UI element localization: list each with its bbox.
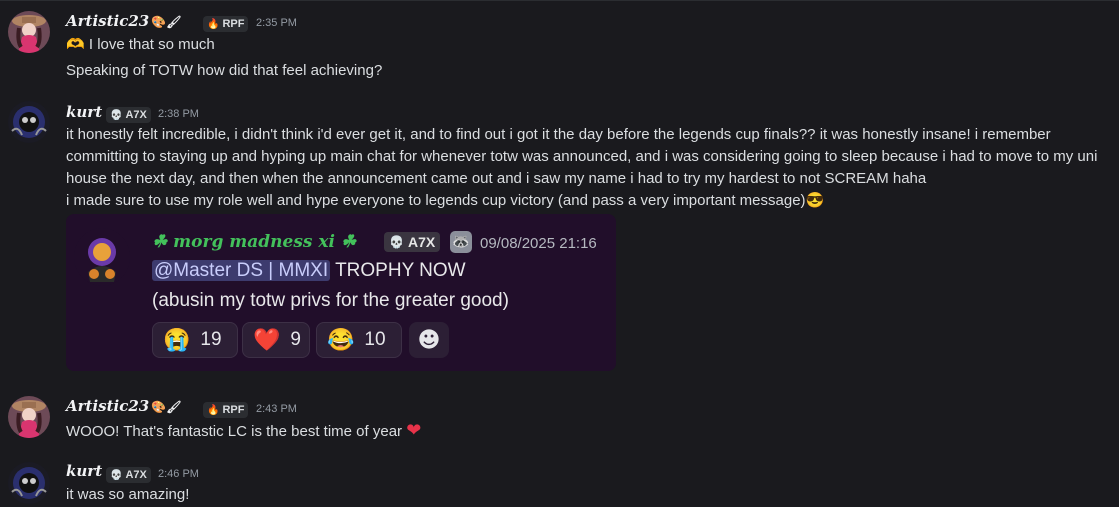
message-text: WOOO! That's fantastic LC is the best ti… xyxy=(66,423,403,440)
username[interactable]: kurt xyxy=(66,103,102,121)
avatar[interactable] xyxy=(8,101,50,143)
role-tag-label: A7X xyxy=(125,109,147,121)
role-tag-label: RPF xyxy=(222,18,245,30)
username-text[interactable]: Artistic23 xyxy=(66,12,149,30)
flame-icon: 🔥 xyxy=(207,18,220,30)
raccoon-icon: 🦝 xyxy=(450,231,472,253)
role-tag[interactable]: 🔥 RPF xyxy=(203,402,249,418)
reaction-count: 10 xyxy=(364,329,386,350)
message-line: Speaking of TOTW how did that feel achie… xyxy=(66,62,383,79)
crying-emoji: 😭 xyxy=(163,327,191,352)
timestamp[interactable]: 2:35 PM xyxy=(256,17,297,29)
sunglasses-emoji: 😎 xyxy=(805,192,825,209)
message-line: house the next day, and then when the an… xyxy=(66,170,927,187)
role-tag[interactable]: 💀 A7X xyxy=(106,467,151,483)
embed-line-1: @Master DS | MMXI TROPHY NOW xyxy=(152,260,466,282)
username-text[interactable]: Artistic23 xyxy=(66,397,149,415)
skull-icon: 💀 xyxy=(110,109,123,121)
embed-role-tag-label: A7X xyxy=(407,234,436,250)
message-line: it was so amazing! xyxy=(66,486,190,503)
message-line: it honestly felt incredible, i didn't th… xyxy=(66,126,1051,143)
embed-line-2: (abusin my totw privs for the greater go… xyxy=(152,290,509,311)
add-reaction-button[interactable]: ☻ xyxy=(409,322,449,358)
reaction-crying[interactable]: 😭 19 xyxy=(152,322,238,358)
message-line: WOOO! That's fantastic LC is the best ti… xyxy=(66,419,421,443)
username[interactable]: Artistic23 🎨🖌 xyxy=(66,12,181,30)
embed-role-tag: 💀 A7X xyxy=(384,232,441,252)
avatar[interactable] xyxy=(8,462,50,504)
smiley-icon: ☻ xyxy=(417,327,441,353)
laughing-emoji: 😂 xyxy=(327,327,355,352)
role-tag-label: RPF xyxy=(222,404,245,416)
message-line: committing to staying up and hyping up m… xyxy=(66,148,1098,165)
chat-messages: Artistic23 🎨🖌 🔥 RPF 2:35 PM 🫶 I love that … xyxy=(0,0,1119,507)
avatar[interactable] xyxy=(8,396,50,438)
heart-emoji: ❤️ xyxy=(253,327,281,352)
timestamp[interactable]: 2:38 PM xyxy=(158,108,199,120)
message-text: i made sure to use my role well and hype… xyxy=(66,192,806,209)
message-line: i made sure to use my role well and hype… xyxy=(66,190,824,212)
embed-timestamp: 09/08/2025 21:16 xyxy=(480,235,597,252)
avatar[interactable] xyxy=(8,11,50,53)
message-line: 🫶 I love that so much xyxy=(66,34,215,56)
heart-hands-emoji: 🫶 xyxy=(66,36,85,53)
user-mention[interactable]: @Master DS | MMXI xyxy=(152,260,331,281)
quoted-message-embed[interactable]: ☘ morg madness xi ☘ 💀 A7X 🦝 09/08/2025 21… xyxy=(66,214,616,371)
reaction-heart[interactable]: ❤️ 9 xyxy=(242,322,310,358)
role-tag-label: A7X xyxy=(125,469,147,481)
heart-emoji: ❤ xyxy=(406,420,422,440)
skull-icon: 💀 xyxy=(110,469,123,481)
user-decoration: 🎨🖌 xyxy=(151,400,182,414)
role-tag[interactable]: 💀 A7X xyxy=(106,107,151,123)
skull-icon: 💀 xyxy=(389,235,404,249)
timestamp[interactable]: 2:46 PM xyxy=(158,468,199,480)
message-text: I love that so much xyxy=(88,36,215,53)
embed-text: TROPHY NOW xyxy=(335,260,466,281)
embed-author-name[interactable]: ☘ morg madness xi ☘ xyxy=(152,232,356,252)
role-tag[interactable]: 🔥 RPF xyxy=(203,16,249,32)
reaction-laughing[interactable]: 😂 10 xyxy=(316,322,402,358)
username[interactable]: kurt xyxy=(66,462,102,480)
username[interactable]: Artistic23 🎨🖌 xyxy=(66,397,181,415)
flame-icon: 🔥 xyxy=(207,404,220,416)
embed-avatar xyxy=(74,228,130,286)
reaction-count: 9 xyxy=(290,329,301,350)
reaction-count: 19 xyxy=(200,329,222,350)
timestamp[interactable]: 2:43 PM xyxy=(256,403,297,415)
user-decoration: 🎨🖌 xyxy=(151,15,182,29)
